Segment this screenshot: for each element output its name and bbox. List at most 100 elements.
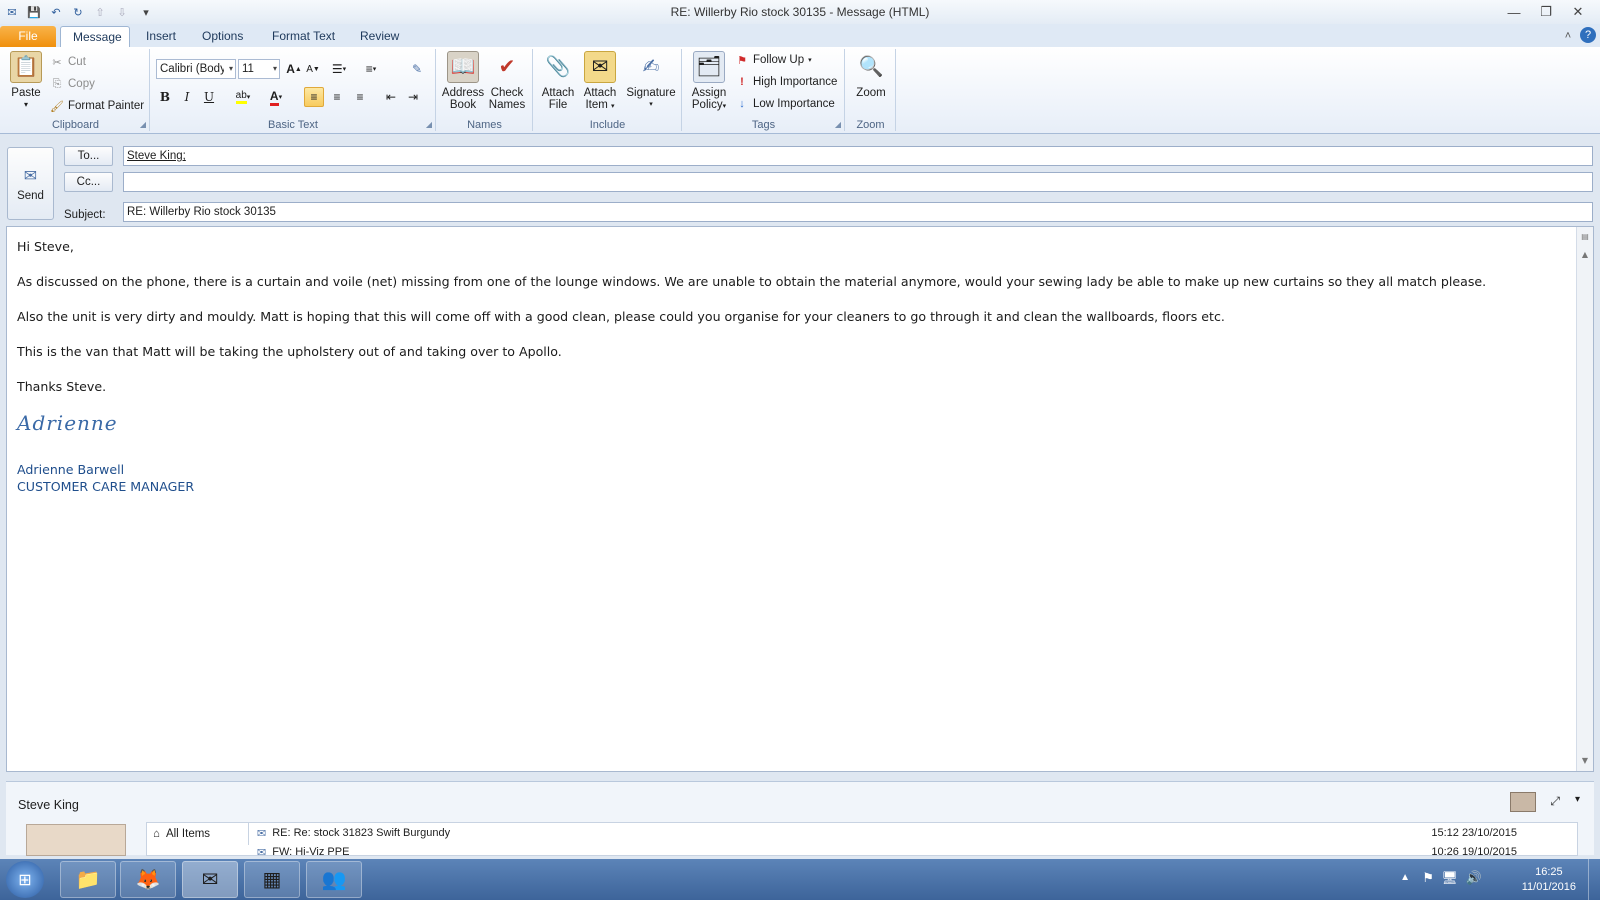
decrease-indent-button[interactable]: ⇤	[381, 87, 401, 107]
attach-item-button[interactable]: ✉ Attach Item ▾	[578, 51, 622, 113]
underline-button[interactable]: U	[199, 87, 219, 107]
follow-up-button[interactable]: ⚑ Follow Up ▾	[735, 53, 812, 67]
zoom-label: Zoom	[856, 87, 886, 99]
signature-button[interactable]: ✍ Signature ▾	[624, 51, 678, 111]
mail-icon: ✉	[257, 846, 267, 856]
explorer-taskbar-icon[interactable]: 📁	[60, 861, 116, 898]
tab-insert[interactable]: Insert	[134, 26, 188, 47]
paintbrush-icon: 🖌	[50, 100, 64, 113]
list-item[interactable]: ✉ RE: Re: stock 31823 Swift Burgundy 15:…	[257, 824, 1557, 842]
clock-time: 16:25	[1535, 866, 1563, 878]
signature-icon: ✍	[642, 56, 660, 78]
format-painter-button[interactable]: 🖌 Format Painter	[50, 99, 144, 113]
signature-label: Signature	[626, 87, 676, 99]
minimize-button[interactable]: —	[1500, 2, 1528, 22]
tab-format-text[interactable]: Format Text	[260, 26, 347, 47]
tab-file[interactable]: File	[0, 26, 56, 47]
copy-button[interactable]: ⎘ Copy	[50, 77, 95, 91]
help-icon[interactable]: ?	[1580, 27, 1596, 43]
outlook-taskbar-icon[interactable]: ✉	[182, 861, 238, 898]
cc-button[interactable]: Cc...	[64, 172, 113, 192]
address-book-button[interactable]: 📖 Address Book	[441, 51, 485, 111]
body-greeting: Hi Steve,	[17, 239, 74, 254]
shrink-font-button[interactable]: A ▼	[303, 59, 323, 79]
include-group: 📎 Attach File ✉ Attach Item ▾ ✍ Signatur…	[534, 49, 682, 131]
minimize-ribbon-icon[interactable]: ˄	[1560, 28, 1576, 44]
start-button[interactable]: ⊞	[6, 861, 44, 898]
list-item[interactable]: ✉ FW: Hi-Viz PPE 10:26 19/10/2015	[257, 843, 1557, 856]
align-right-icon: ≡	[356, 90, 364, 104]
basic-text-dialog-launcher-icon[interactable]: ◢	[426, 120, 432, 129]
close-button[interactable]: ✕	[1564, 2, 1592, 22]
align-right-button[interactable]: ≡	[350, 87, 370, 107]
attach-item-label-2: Item	[585, 99, 608, 111]
attach-file-button[interactable]: 📎 Attach File	[538, 51, 578, 111]
to-button[interactable]: To...	[64, 146, 113, 166]
numbering-button[interactable]: ≡ ▾	[361, 59, 381, 79]
tags-dialog-launcher-icon[interactable]: ◢	[835, 120, 841, 129]
copy-icon: ⎘	[52, 77, 62, 90]
bold-button[interactable]: B	[155, 87, 175, 107]
font-color-icon: A	[269, 89, 279, 106]
clipboard-dialog-launcher-icon[interactable]: ◢	[140, 120, 146, 129]
tab-review[interactable]: Review	[348, 26, 411, 47]
exclamation-icon: !	[740, 76, 744, 88]
volume-icon[interactable]: 🔊	[1466, 870, 1482, 886]
body-scrollbar[interactable]: ▤ ▲ ▼	[1576, 227, 1593, 771]
check-names-icon: ✔	[498, 56, 516, 78]
clear-formatting-icon[interactable]: ✎	[407, 59, 427, 79]
assign-policy-button[interactable]: 🗂 Assign Policy▾	[687, 51, 731, 113]
bullets-button[interactable]: ☰ ▾	[329, 59, 349, 79]
body-paragraph-2: Also the unit is very dirty and mouldy. …	[17, 309, 1225, 324]
check-names-button[interactable]: ✔ Check Names	[485, 51, 529, 111]
calendar-taskbar-icon[interactable]: ▦	[244, 861, 300, 898]
align-left-button[interactable]: ≡	[304, 87, 324, 107]
action-center-flag-icon[interactable]: ⚑	[1422, 870, 1434, 886]
zoom-button[interactable]: 🔍 Zoom	[850, 51, 892, 99]
contacts-taskbar-icon[interactable]: 👥	[306, 861, 362, 898]
subject-field[interactable]: RE: Willerby Rio stock 30135	[123, 202, 1593, 222]
assign-policy-label-1: Assign	[691, 87, 727, 99]
tab-options[interactable]: Options	[190, 26, 255, 47]
font-size-combo[interactable]: 11 ▾	[238, 59, 280, 79]
cc-field[interactable]	[123, 172, 1593, 192]
all-items-filter[interactable]: ⌂ All Items	[147, 823, 249, 845]
font-color-button[interactable]: A ▾	[262, 87, 290, 107]
copy-label: Copy	[68, 78, 95, 90]
font-name-combo[interactable]: Calibri (Body) ▾	[156, 59, 236, 79]
show-desktop-button[interactable]	[1588, 859, 1600, 900]
scroll-down-icon[interactable]: ▼	[1577, 753, 1593, 769]
align-center-button[interactable]: ≡	[327, 87, 347, 107]
tags-group: 🗂 Assign Policy▾ ⚑ Follow Up ▾ ! High Im…	[683, 49, 845, 131]
ruler-toggle-icon[interactable]: ▤	[1577, 229, 1593, 245]
firefox-taskbar-icon[interactable]: 🦊	[120, 861, 176, 898]
scissors-icon: ✂	[52, 56, 62, 69]
network-icon[interactable]: 🖥	[1441, 870, 1458, 886]
font-name-value: Calibri (Body)	[160, 63, 224, 75]
collapse-pane-icon[interactable]: ▾	[1575, 794, 1580, 805]
scroll-up-icon[interactable]: ▲	[1577, 247, 1593, 263]
to-field[interactable]: Steve King;	[123, 146, 1593, 166]
list-item-subject: FW: Hi-Viz PPE	[272, 846, 350, 856]
list-item-date: 15:12 23/10/2015	[1431, 827, 1517, 839]
message-header: ✉ Send To... Steve King; Cc... Subject: …	[0, 135, 1600, 225]
send-button[interactable]: ✉ Send	[7, 147, 54, 220]
tab-message[interactable]: Message	[60, 26, 130, 47]
low-importance-button[interactable]: ↓ Low Importance	[735, 97, 835, 111]
paste-button[interactable]: 📋 Paste ▾	[6, 51, 46, 111]
restore-button[interactable]: ❐	[1532, 2, 1560, 22]
message-body[interactable]: Hi Steve, As discussed on the phone, the…	[6, 226, 1594, 772]
highlight-button[interactable]: ab ▾	[229, 87, 257, 107]
high-importance-label: High Importance	[753, 76, 838, 88]
expand-pane-icon[interactable]: ⤢	[1550, 794, 1560, 809]
italic-button[interactable]: I	[177, 87, 197, 107]
include-group-label: Include	[589, 119, 626, 131]
envelope-icon: ✉	[584, 51, 616, 83]
increase-indent-button[interactable]: ⇥	[403, 87, 423, 107]
high-importance-button[interactable]: ! High Importance	[735, 75, 837, 89]
cut-button[interactable]: ✂ Cut	[50, 55, 86, 69]
taskbar-clock[interactable]: 16:25 11/01/2016	[1522, 865, 1576, 895]
show-hidden-icons-icon[interactable]: ▲	[1400, 872, 1410, 883]
grow-font-button[interactable]: A ▲	[284, 59, 304, 79]
contact-thumbnail[interactable]	[1510, 792, 1536, 812]
